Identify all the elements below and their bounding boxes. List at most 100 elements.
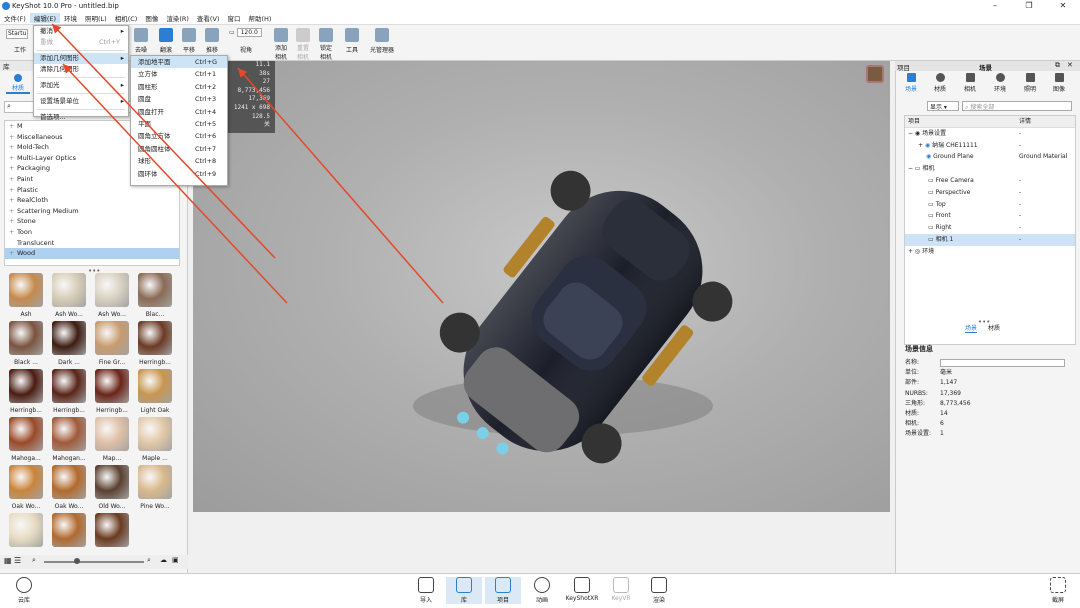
menu-item-torus[interactable]: 圆环体 Ctrl+9 (131, 168, 227, 180)
close-icon[interactable]: ✕ (1046, 0, 1080, 12)
eye-icon[interactable]: ◉ (925, 142, 930, 149)
tree-item[interactable]: + Plastic (5, 185, 179, 196)
float-panel-icon[interactable]: ⧉ (1055, 61, 1060, 70)
screenshot-button[interactable]: 截屏 (1040, 577, 1076, 604)
menu-edit[interactable]: 编辑(E) (29, 13, 60, 23)
tree-item[interactable]: + Stone (5, 216, 179, 227)
material-thumbnail[interactable]: Pine Wo... (133, 465, 177, 510)
menu-window[interactable]: 窗口 (223, 13, 244, 23)
zoom-in-icon[interactable]: ⌕ (147, 556, 151, 565)
cloud-download-icon[interactable]: ☁ (160, 556, 167, 564)
menu-view[interactable]: 查看(V) (193, 13, 224, 23)
material-thumbnail[interactable] (47, 513, 91, 551)
slider-handle[interactable] (74, 558, 80, 564)
scene-row-model[interactable]: + ◉ 纳瑞 CHE11111- (905, 140, 1075, 152)
material-thumbnail[interactable]: Herringb... (133, 321, 177, 366)
bottom-tab-scene[interactable]: 场景 (965, 323, 978, 333)
performance-mode-icon[interactable] (866, 65, 884, 83)
eye-icon[interactable]: ◉ (926, 153, 931, 160)
lock-camera-button[interactable]: 锁定 相机 (313, 28, 339, 61)
tree-item-selected[interactable]: + Wood (5, 248, 179, 259)
menu-item-sphere[interactable]: 球形 Ctrl+8 (131, 155, 227, 167)
menu-item-clear-geometry[interactable]: 清除几何图形 (34, 64, 128, 75)
list-view-icon[interactable]: ☰ (14, 556, 21, 565)
tools-button[interactable]: 工具 (339, 28, 365, 54)
material-thumbnail[interactable]: Maple ... (133, 417, 177, 462)
bottom-tab-material[interactable]: 材质 (988, 323, 1000, 332)
library-button[interactable]: 库 (446, 577, 482, 604)
material-thumbnail[interactable]: Ash Wo... (90, 273, 134, 318)
material-thumbnail[interactable]: Black ... (4, 321, 48, 366)
material-thumbnail[interactable]: Light Oak (133, 369, 177, 414)
material-thumbnail[interactable] (4, 513, 48, 551)
thumbnail-size-slider[interactable] (44, 561, 144, 563)
tab-material[interactable]: 材质 (926, 73, 954, 93)
image-icon[interactable]: ▣ (172, 556, 179, 564)
zoom-out-icon[interactable]: ⌕ (32, 556, 36, 565)
tree-item[interactable]: + RealCloth (5, 195, 179, 206)
menu-item-scene-units[interactable]: 设置场景单位 ▸ (34, 96, 128, 107)
tab-materials[interactable]: 材质 (6, 74, 30, 94)
material-thumbnail[interactable]: Herringb... (90, 369, 134, 414)
menu-camera[interactable]: 相机(C) (111, 13, 142, 23)
workspace-select[interactable]: Startu (6, 29, 28, 39)
material-thumbnail[interactable]: Ash (4, 273, 48, 318)
keyvr-button[interactable]: KeyVR (603, 577, 639, 602)
camera-row[interactable]: ▭ Top - (905, 199, 1075, 211)
scene-filter-select[interactable]: 显示 ▾ (927, 101, 959, 111)
material-thumbnail[interactable]: Blac... (133, 273, 177, 318)
menu-item-undo[interactable]: 撤消 ▸ (34, 26, 128, 37)
tab-lighting[interactable]: 照明 (1016, 73, 1044, 93)
menu-item-disk[interactable]: 圆盘 Ctrl+3 (131, 93, 227, 105)
menu-render[interactable]: 渲染(R) (162, 13, 193, 23)
menu-item-add-ground-plane[interactable]: 添加地平面 Ctrl+G (131, 56, 227, 69)
menu-item-cube[interactable]: 立方体 Ctrl+1 (131, 68, 227, 80)
render-viewport[interactable] (193, 61, 890, 512)
tab-scene[interactable]: 场景 (897, 73, 925, 93)
material-thumbnail[interactable]: Old Wo... (90, 465, 134, 510)
scene-row-settings[interactable]: − ◉ 场景设置 - (905, 128, 1075, 140)
camera-row[interactable]: ▭ Free Camera - (905, 175, 1075, 187)
camera-row[interactable]: ▭ Right - (905, 222, 1075, 234)
material-thumbnail[interactable]: Map... (90, 417, 134, 462)
tab-environment[interactable]: 环境 (986, 73, 1014, 93)
material-thumbnail[interactable]: Herringb... (47, 369, 91, 414)
menu-item-plane[interactable]: 平面 Ctrl+5 (131, 118, 227, 130)
menu-item-preferences[interactable]: 首选项... (34, 112, 128, 123)
material-thumbnail[interactable]: Oak Wo... (4, 465, 48, 510)
menu-item-open-disk[interactable]: 圆盘打开 Ctrl+4 (131, 106, 227, 118)
cloud-library-button[interactable]: 云库 (6, 577, 42, 604)
tab-camera[interactable]: 相机 (956, 73, 984, 93)
menu-item-rounded-cube[interactable]: 圆角立方体 Ctrl+6 (131, 130, 227, 142)
scene-name-input[interactable] (940, 359, 1065, 367)
menu-item-redo[interactable]: 重做 Ctrl+Y (34, 37, 128, 48)
material-thumbnail[interactable] (90, 513, 134, 551)
menu-item-cylinder[interactable]: 圆柱形 Ctrl+2 (131, 81, 227, 93)
menu-item-add-geometry[interactable]: 添加几何图形 ▸ (34, 53, 128, 64)
keyshotxr-button[interactable]: KeyShotXR (562, 577, 602, 602)
maximize-icon[interactable]: ❐ (1012, 0, 1046, 12)
minimize-icon[interactable]: – (978, 0, 1012, 12)
menu-environment[interactable]: 环境 (60, 13, 81, 23)
menu-lighting[interactable]: 照明(L) (81, 13, 111, 23)
animation-button[interactable]: 动画 (524, 577, 560, 604)
menu-image[interactable]: 图像 (141, 13, 162, 23)
close-panel-icon[interactable]: ✕ (1067, 61, 1073, 69)
menu-help[interactable]: 帮助(H) (244, 13, 275, 23)
light-manager-button[interactable]: 光管理器 (366, 28, 398, 54)
fov-input[interactable]: 120.0 (236, 28, 262, 37)
import-button[interactable]: 导入 (408, 577, 444, 604)
denoise-button[interactable]: 去噪 (128, 28, 154, 54)
scene-row-cameras[interactable]: − ▭ 相机 (905, 163, 1075, 175)
project-button[interactable]: 项目 (485, 577, 521, 604)
material-thumbnail[interactable]: Mahogan... (47, 417, 91, 462)
camera-row[interactable]: ▭ Perspective - (905, 187, 1075, 199)
material-thumbnail[interactable]: Mahoga... (4, 417, 48, 462)
camera-row-selected[interactable]: ▭ 相机 1- (905, 233, 1075, 246)
menu-item-add-light[interactable]: 添加光 ▸ (34, 80, 128, 91)
dolly-button[interactable]: 推移 (199, 28, 225, 54)
material-thumbnail[interactable]: Oak Wo... (47, 465, 91, 510)
tree-item[interactable]: + Scattering Medium (5, 206, 179, 217)
material-thumbnail[interactable]: Ash Wo... (47, 273, 91, 318)
tree-item[interactable]: + Toon (5, 227, 179, 238)
